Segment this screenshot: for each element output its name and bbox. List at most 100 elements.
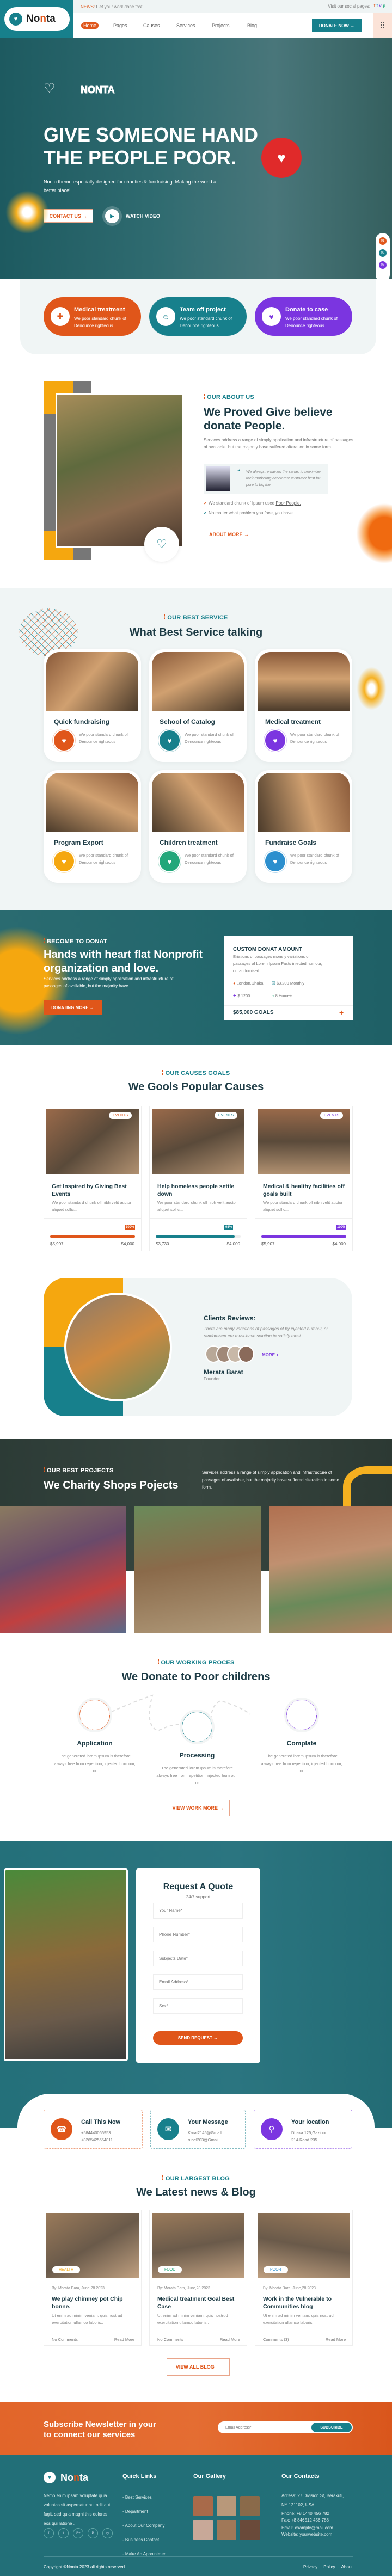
heart-hands-badge-icon: ♥	[261, 138, 302, 178]
feature-card[interactable]: ✚ Medical treatment We poor standard chu…	[44, 297, 141, 336]
slide-dot-1[interactable]: 01	[379, 237, 387, 245]
service-title: School of Catalog	[160, 718, 215, 726]
events-badge: EVENTS	[109, 1112, 132, 1119]
sex-input[interactable]	[153, 1998, 243, 2014]
donating-more-button[interactable]: DONATING MORE →	[44, 1000, 102, 1015]
feature-card[interactable]: ☺ Team off project We poor standard chun…	[149, 297, 247, 336]
cause-card[interactable]: EVENTS Get Inspired by Giving Best Events…	[44, 1106, 142, 1251]
email-input[interactable]	[153, 1974, 243, 1990]
contact-line[interactable]: Dhaka 125,Gazipur	[291, 2129, 327, 2136]
nav-projects[interactable]: Projects	[212, 23, 230, 28]
comments-count[interactable]: Comments (3)	[263, 2337, 289, 2342]
read-more-link[interactable]: Read More	[114, 2337, 134, 2342]
facebook-icon[interactable]: f	[44, 2528, 54, 2538]
about-link[interactable]: About	[341, 2565, 353, 2569]
service-card[interactable]: Quick fundraising ♥ We poor standard chunk…	[44, 649, 141, 762]
blog-title[interactable]: Medical treatment Goal Best Case	[157, 2295, 242, 2310]
contact-line[interactable]: +8265425554811	[81, 2136, 113, 2143]
instagram-icon[interactable]: ◎	[102, 2528, 113, 2538]
footer-link[interactable]: - About Our Company	[122, 2519, 168, 2533]
send-request-button[interactable]: SEND REQUEST →	[153, 2031, 243, 2045]
blog-title[interactable]: We play chimney pot Chip bonne.	[52, 2295, 136, 2310]
donate-now-button[interactable]: DONATE NOW →	[312, 19, 362, 32]
blog-title[interactable]: Work in the Vulnerable to Communities bl…	[263, 2295, 347, 2310]
pinterest-icon[interactable]: P	[88, 2528, 98, 2538]
contact-line[interactable]: rubel203@Gmail	[188, 2136, 218, 2143]
feature-card[interactable]: ♥ Donate to case We poor standard chunk …	[255, 297, 352, 336]
footer-link[interactable]: - Business Contact	[122, 2533, 168, 2547]
poor-people-link[interactable]: Poor People.	[275, 501, 301, 506]
logo[interactable]: ♥ Nonta	[4, 7, 70, 31]
service-card[interactable]: Program Export ♥ We poor standard chunk of…	[44, 770, 141, 883]
gallery-image[interactable]	[240, 2520, 260, 2540]
cause-title[interactable]: Get Inspired by Giving Best Events	[52, 1183, 133, 1198]
contact-line[interactable]: +584440066953	[81, 2129, 111, 2136]
gallery-image[interactable]	[193, 2496, 213, 2516]
events-badge: EVENTS	[215, 1112, 238, 1119]
news-bar: NEWS: Get your work done fast Visit our …	[74, 0, 392, 13]
read-more-link[interactable]: Read More	[326, 2337, 346, 2342]
footer-link[interactable]: - Department	[122, 2505, 168, 2519]
vimeo-icon[interactable]: v	[379, 3, 381, 8]
slide-dot-3[interactable]: 03	[379, 261, 387, 269]
phone-input[interactable]	[153, 1927, 243, 1942]
cause-title[interactable]: Help homeless people settle down	[157, 1183, 239, 1198]
footer-brand[interactable]: Nonta	[60, 2472, 88, 2483]
nav-services[interactable]: Services	[176, 23, 195, 28]
facebook-icon[interactable]: f	[374, 3, 376, 8]
nav-blog[interactable]: Blog	[247, 23, 257, 28]
cause-card[interactable]: EVENTS Medical & healthy facilities off g…	[255, 1106, 353, 1251]
name-input[interactable]	[153, 1903, 243, 1919]
contact-title: Your Message	[188, 2119, 228, 2125]
service-card[interactable]: Children treatment ♥ We poor standard chun…	[149, 770, 247, 883]
view-all-blog-button[interactable]: VIEW ALL BLOG →	[167, 2358, 230, 2376]
watch-video-link[interactable]: WATCH VIDEO	[126, 213, 160, 219]
comments-count[interactable]: No Comments	[157, 2337, 183, 2342]
cause-title[interactable]: Medical & healthy facilities off goals b…	[263, 1183, 345, 1198]
about-more-button[interactable]: ABOUT MORE →	[204, 527, 254, 542]
cause-card[interactable]: EVENTS Help homeless people settle down We…	[149, 1106, 247, 1251]
contact-line[interactable]: Karat2145@Gmail	[188, 2129, 222, 2136]
subject-date-input[interactable]	[153, 1951, 243, 1966]
blog-card[interactable]: HEALTH By: Morata Bara, June,28 2023 We pl…	[44, 2210, 142, 2346]
read-more-link[interactable]: Read More	[220, 2337, 240, 2342]
blog-tag[interactable]: POOR	[264, 2266, 288, 2273]
contact-us-button[interactable]: CONTACT US →	[44, 209, 93, 223]
glow-decoration	[5, 190, 49, 234]
gallery-image[interactable]	[217, 2520, 236, 2540]
blog-tag[interactable]: FOOD	[158, 2266, 182, 2273]
privacy-link[interactable]: Privacy	[303, 2565, 317, 2569]
grid-menu-icon[interactable]: ⠿	[373, 13, 392, 38]
google-plus-icon[interactable]: G+	[73, 2528, 83, 2538]
twitter-icon[interactable]: t	[377, 3, 378, 8]
gallery-image[interactable]	[193, 2520, 213, 2540]
footer-about: Nemo enim ipsam voluptate quia voluptas …	[44, 2493, 111, 2526]
service-card[interactable]: Fundraise Goals ♥ We poor standard chunk o…	[255, 770, 352, 883]
pinterest-icon[interactable]: p	[383, 3, 385, 8]
nav-causes[interactable]: Causes	[143, 23, 160, 28]
contact-line[interactable]: 214-Road 235	[291, 2136, 317, 2143]
play-icon[interactable]: ▶	[105, 209, 119, 223]
project-image[interactable]	[0, 1506, 126, 1633]
nav-pages[interactable]: Pages	[113, 23, 127, 28]
view-work-more-button[interactable]: VIEW WORK MORE →	[167, 1800, 230, 1816]
project-image[interactable]	[134, 1506, 261, 1633]
nav-home[interactable]: Home	[81, 22, 99, 29]
slide-dot-2[interactable]: 02	[379, 249, 387, 257]
blog-tag[interactable]: HEALTH	[52, 2266, 81, 2273]
project-image[interactable]	[270, 1506, 392, 1633]
footer-link[interactable]: - Make An Appointment	[122, 2547, 168, 2561]
service-card[interactable]: School of Catalog ♥ We poor standard chunk…	[149, 649, 247, 762]
twitter-icon[interactable]: t	[58, 2528, 69, 2538]
blog-card[interactable]: FOOD By: Morata Bara, June,28 2023 Medical…	[149, 2210, 247, 2346]
comments-count[interactable]: No Comments	[52, 2337, 78, 2342]
more-reviews-link[interactable]: MORE +	[262, 1352, 279, 1357]
policy-link[interactable]: Policy	[323, 2565, 335, 2569]
footer-link[interactable]: - Best Services	[122, 2491, 168, 2505]
gallery-image[interactable]	[217, 2496, 236, 2516]
service-card[interactable]: Medical treatment ♥ We poor standard chunk…	[255, 649, 352, 762]
blog-card[interactable]: POOR By: Morata Bara, June,28 2023 Work in…	[255, 2210, 353, 2346]
add-amount-button[interactable]: +	[339, 1008, 344, 1017]
subscribe-button[interactable]: SUBSCRIBE	[311, 2423, 352, 2432]
gallery-image[interactable]	[240, 2496, 260, 2516]
